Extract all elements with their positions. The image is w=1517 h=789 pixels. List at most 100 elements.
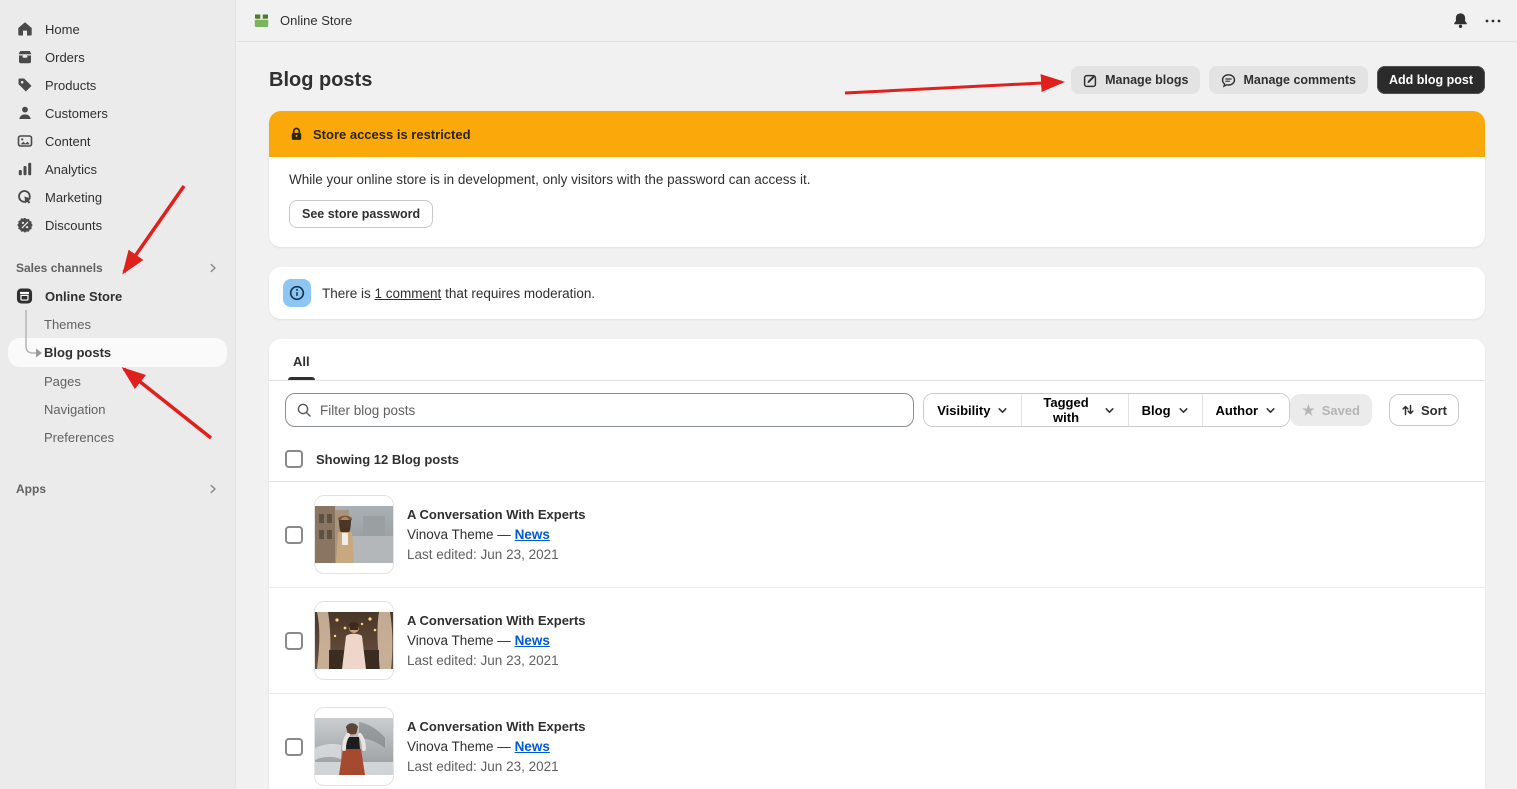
pages-label: Pages (44, 374, 81, 389)
row-checkbox[interactable] (285, 738, 303, 756)
sidebar-item-customers[interactable]: Customers (0, 99, 235, 127)
sidebar-item-themes[interactable]: Themes (0, 310, 235, 338)
sidebar-item-label: Customers (45, 106, 108, 121)
themes-label: Themes (44, 317, 91, 332)
blog-filter-button[interactable]: Blog (1128, 394, 1202, 426)
tab-all[interactable]: All (281, 345, 322, 380)
sidebar-item-navigation[interactable]: Navigation (0, 395, 235, 423)
news-blog-link[interactable]: News (515, 527, 550, 542)
post-thumbnail-woman-mist (314, 707, 394, 786)
manage-comments-button[interactable]: Manage comments (1209, 66, 1368, 94)
moderation-banner: There is 1 comment that requires moderat… (269, 267, 1485, 319)
row-checkbox[interactable] (285, 526, 303, 544)
author-filter-label: Author (1216, 403, 1259, 418)
sidebar-item-preferences[interactable]: Preferences (0, 423, 235, 451)
chevron-down-icon (1265, 405, 1276, 416)
see-store-password-label: See store password (302, 207, 420, 221)
orders-icon (16, 49, 33, 66)
manage-comments-label: Manage comments (1243, 73, 1356, 87)
comment-bubble-icon (1221, 73, 1236, 88)
more-options-icon[interactable] (1485, 18, 1501, 24)
star-icon: ★ (1302, 402, 1315, 419)
sort-label: Sort (1421, 403, 1447, 418)
sidebar-item-label: Marketing (45, 190, 102, 205)
lock-icon (289, 126, 304, 142)
sort-arrows-icon (1401, 403, 1415, 417)
post-byline: Vinova Theme — News (407, 633, 586, 648)
tagged-with-filter-button[interactable]: Tagged with (1021, 394, 1127, 426)
banner-body-text: While your online store is in developmen… (289, 172, 1465, 187)
storefront-badge-icon (16, 288, 33, 305)
target-icon (16, 189, 33, 206)
tagged-with-filter-label: Tagged with (1035, 395, 1096, 425)
navigation-label: Navigation (44, 402, 105, 417)
comment-moderation-link[interactable]: 1 comment (375, 286, 442, 301)
manage-blogs-button[interactable]: Manage blogs (1071, 66, 1200, 94)
post-byline: Vinova Theme — News (407, 527, 586, 542)
chevron-right-icon (207, 262, 219, 274)
person-icon (16, 105, 33, 122)
banner-title: Store access is restricted (313, 127, 471, 142)
sidebar-item-content[interactable]: Content (0, 127, 235, 155)
sidebar-item-label: Products (45, 78, 96, 93)
sidebar-item-marketing[interactable]: Marketing (0, 183, 235, 211)
sidebar-item-online-store[interactable]: Online Store (0, 282, 235, 310)
online-store-channel-icon (253, 12, 270, 29)
saved-button[interactable]: ★ Saved (1290, 394, 1372, 426)
sidebar-item-home[interactable]: Home (0, 15, 235, 43)
showing-count-label: Showing 12 Blog posts (316, 452, 459, 467)
saved-label: Saved (1322, 403, 1360, 418)
notifications-bell-icon[interactable] (1452, 12, 1469, 29)
media-icon (16, 133, 33, 150)
list-header-row: Showing 12 Blog posts (269, 439, 1485, 482)
manage-blogs-label: Manage blogs (1105, 73, 1188, 87)
chevron-down-icon (1178, 405, 1189, 416)
sidebar-item-products[interactable]: Products (0, 71, 235, 99)
sidebar-item-label: Home (45, 22, 80, 37)
post-title: A Conversation With Experts (407, 507, 586, 522)
blog-post-row[interactable]: A Conversation With Experts Vinova Theme… (269, 588, 1485, 694)
sort-button[interactable]: Sort (1389, 394, 1459, 426)
moderation-text: There is 1 comment that requires moderat… (322, 286, 595, 301)
chevron-down-icon (1104, 405, 1115, 416)
sidebar-item-orders[interactable]: Orders (0, 43, 235, 71)
filter-blog-posts-input[interactable] (320, 403, 903, 418)
search-icon (296, 402, 312, 418)
row-checkbox[interactable] (285, 632, 303, 650)
apps-header[interactable]: Apps (0, 475, 235, 503)
blog-post-row[interactable]: A Conversation With Experts Vinova Theme… (269, 482, 1485, 588)
sidebar-item-blog-posts[interactable]: Blog posts (8, 338, 227, 367)
sidebar-item-pages[interactable]: Pages (0, 367, 235, 395)
blog-filter-label: Blog (1142, 403, 1171, 418)
visibility-filter-button[interactable]: Visibility (924, 394, 1021, 426)
app-title: Online Store (280, 13, 352, 28)
app-breadcrumb[interactable]: Online Store (253, 12, 352, 29)
chevron-right-icon (207, 483, 219, 495)
see-store-password-button[interactable]: See store password (289, 200, 433, 228)
sales-channels-header[interactable]: Sales channels (0, 254, 235, 282)
sales-channels-label: Sales channels (16, 261, 103, 275)
store-access-banner: Store access is restricted While your on… (269, 111, 1485, 247)
sidebar-item-label: Discounts (45, 218, 102, 233)
add-blog-post-button[interactable]: Add blog post (1377, 66, 1485, 94)
news-blog-link[interactable]: News (515, 633, 550, 648)
filter-search-box[interactable] (285, 393, 914, 427)
filter-row: Visibility Tagged with Blog Author (269, 381, 1485, 439)
discount-icon (16, 217, 33, 234)
sidebar-item-analytics[interactable]: Analytics (0, 155, 235, 183)
post-title: A Conversation With Experts (407, 719, 586, 734)
author-filter-button[interactable]: Author (1202, 394, 1290, 426)
news-blog-link[interactable]: News (515, 739, 550, 754)
select-all-checkbox[interactable] (285, 450, 303, 468)
post-byline-prefix: Vinova Theme — (407, 739, 515, 754)
post-byline: Vinova Theme — News (407, 739, 586, 754)
post-last-edited: Last edited: Jun 23, 2021 (407, 759, 586, 774)
sidebar-item-discounts[interactable]: Discounts (0, 211, 235, 239)
page-title: Blog posts (269, 69, 372, 92)
blog-post-row[interactable]: A Conversation With Experts Vinova Theme… (269, 694, 1485, 789)
filter-group: Visibility Tagged with Blog Author (923, 393, 1290, 427)
sidebar-item-label: Content (45, 134, 91, 149)
post-last-edited: Last edited: Jun 23, 2021 (407, 653, 586, 668)
info-icon (283, 279, 311, 307)
add-blog-post-label: Add blog post (1389, 73, 1473, 87)
